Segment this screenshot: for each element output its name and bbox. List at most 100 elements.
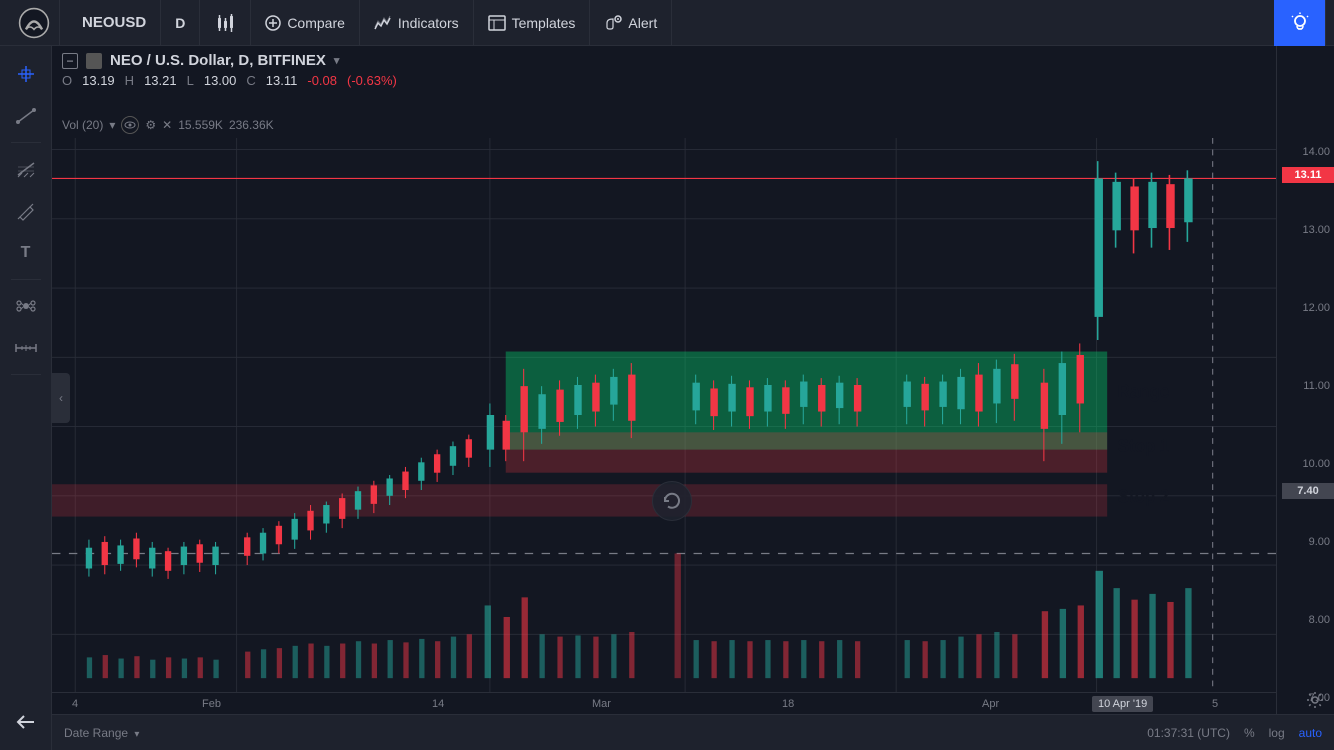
- price-9: 9.00: [1281, 536, 1330, 548]
- templates-label: Templates: [512, 15, 576, 31]
- stop2-annotation: Stop 2: [1118, 486, 1170, 507]
- price-10: 10.00: [1281, 458, 1330, 470]
- timeframe-label: D: [175, 15, 185, 31]
- price-8: 8.00: [1281, 614, 1330, 626]
- line-icon: [16, 106, 36, 126]
- templates-button[interactable]: Templates: [474, 0, 591, 46]
- back-icon: [16, 714, 36, 730]
- toolbar: NEOUSD D Compare Indicators: [0, 0, 1334, 46]
- text-tool-label: T: [21, 244, 31, 262]
- current-price-badge: 13.11: [1282, 167, 1334, 183]
- chart-area: − NEO / U.S. Dollar, D, BITFINEX ▾ O 13.…: [52, 46, 1334, 750]
- compare-button[interactable]: Compare: [251, 0, 360, 46]
- settings-icon: [1306, 691, 1324, 709]
- indicators-button[interactable]: Indicators: [360, 0, 474, 46]
- symbol-flag: [86, 53, 102, 69]
- templates-icon: [488, 15, 506, 31]
- open-label: O: [62, 73, 72, 88]
- plus-icon: [265, 15, 281, 31]
- percent-button[interactable]: %: [1244, 726, 1255, 740]
- eye-icon: [124, 121, 136, 129]
- alert-button[interactable]: Alert: [590, 0, 672, 46]
- node-icon: [15, 295, 37, 317]
- candlestick-icon: [214, 12, 236, 34]
- symbol-button[interactable]: NEOUSD: [68, 0, 161, 46]
- vol-dropdown[interactable]: ▾: [109, 118, 115, 132]
- time-mar: Mar: [592, 698, 611, 710]
- fib-icon: [16, 159, 36, 179]
- time-highlighted: 10 Apr '19: [1092, 696, 1153, 712]
- time-apr: Apr: [982, 698, 999, 710]
- bottom-bar: Date Range ▾ 01:37:31 (UTC) % log auto: [52, 714, 1334, 750]
- tool-line[interactable]: [8, 98, 44, 134]
- indicators-icon: [374, 15, 392, 31]
- close-value: 13.11: [266, 73, 298, 88]
- tool-fib[interactable]: [8, 151, 44, 187]
- marker-price-badge: 7.40: [1282, 483, 1334, 499]
- tool-crosshair[interactable]: [8, 56, 44, 92]
- ohlc-row: O 13.19 H 13.21 L 13.00 C 13.11 -0.08 (-…: [62, 73, 1324, 88]
- sidebar-divider-3: [11, 374, 41, 375]
- logo[interactable]: [8, 0, 60, 46]
- sidebar-divider-1: [11, 142, 41, 143]
- symbol-label: NEOUSD: [82, 14, 146, 31]
- time-18: 18: [782, 698, 794, 710]
- replay-icon: [661, 490, 683, 512]
- vol-val1: 15.559K: [178, 118, 223, 132]
- volume-row: Vol (20) ▾ ⚙ ✕ 15.559K 236.36K: [52, 114, 284, 136]
- price-change-pct: (-0.63%): [347, 73, 397, 88]
- low-value: 13.00: [204, 73, 237, 88]
- close-label: C: [246, 73, 255, 88]
- idea-button[interactable]: [1274, 0, 1326, 46]
- tool-text[interactable]: T: [8, 235, 44, 271]
- vol-close-button[interactable]: ✕: [162, 118, 172, 132]
- time-14: 14: [432, 698, 444, 710]
- price-14: 14.00: [1281, 146, 1330, 158]
- vol-eye-button[interactable]: [121, 116, 139, 134]
- replay-button[interactable]: [652, 481, 692, 521]
- high-value: 13.21: [144, 73, 177, 88]
- price-12: 12.00: [1281, 302, 1330, 314]
- price-11: 11.00: [1281, 380, 1330, 392]
- price-change: -0.08: [307, 73, 337, 88]
- low-label: L: [187, 73, 194, 88]
- alert-label: Alert: [628, 15, 657, 31]
- alert-icon: [604, 15, 622, 31]
- minimize-button[interactable]: −: [62, 53, 78, 69]
- chart-settings-button[interactable]: [1306, 691, 1324, 714]
- timeframe-button[interactable]: D: [161, 0, 200, 46]
- time-feb: Feb: [202, 698, 221, 710]
- time-utc-display: 01:37:31 (UTC): [1147, 726, 1230, 740]
- vol-settings-button[interactable]: ⚙: [145, 118, 156, 132]
- chart-canvas[interactable]: Range Stop 1 Stop 2: [52, 138, 1276, 692]
- time-5: 5: [1212, 698, 1218, 710]
- indicators-label: Indicators: [398, 15, 459, 31]
- price-axis: 14.00 13.00 12.00 11.00 10.00 9.00 8.00 …: [1276, 46, 1334, 714]
- tool-back[interactable]: [8, 704, 44, 740]
- chart-type-button[interactable]: [200, 0, 251, 46]
- sidebar-divider-2: [11, 279, 41, 280]
- auto-button[interactable]: auto: [1299, 726, 1322, 740]
- compare-label: Compare: [287, 15, 345, 31]
- scroll-left-button[interactable]: ‹: [52, 373, 70, 423]
- price-13: 13.00: [1281, 224, 1330, 236]
- open-value: 13.19: [82, 73, 115, 88]
- left-sidebar: T: [0, 46, 52, 750]
- range-annotation: Range: [1118, 381, 1170, 402]
- measure-icon: [15, 339, 37, 357]
- time-axis: 4 Feb 14 Mar 18 Apr 10 Apr '19 5: [52, 692, 1276, 714]
- vol-label: Vol (20): [62, 118, 103, 132]
- bottom-bar-right: 01:37:31 (UTC) % log auto: [1147, 726, 1322, 740]
- pen-icon: [16, 201, 36, 221]
- tool-measure[interactable]: [8, 330, 44, 366]
- time-4: 4: [72, 698, 78, 710]
- crosshair-icon: [16, 64, 36, 84]
- tool-node[interactable]: [8, 288, 44, 324]
- chart-header: − NEO / U.S. Dollar, D, BITFINEX ▾ O 13.…: [52, 46, 1334, 116]
- date-range-button[interactable]: Date Range ▾: [64, 726, 139, 740]
- tool-pen[interactable]: [8, 193, 44, 229]
- symbol-dropdown[interactable]: ▾: [334, 54, 340, 67]
- lightbulb-icon: [1289, 12, 1311, 34]
- stop1-annotation: Stop 1: [1118, 435, 1170, 456]
- log-button[interactable]: log: [1269, 726, 1285, 740]
